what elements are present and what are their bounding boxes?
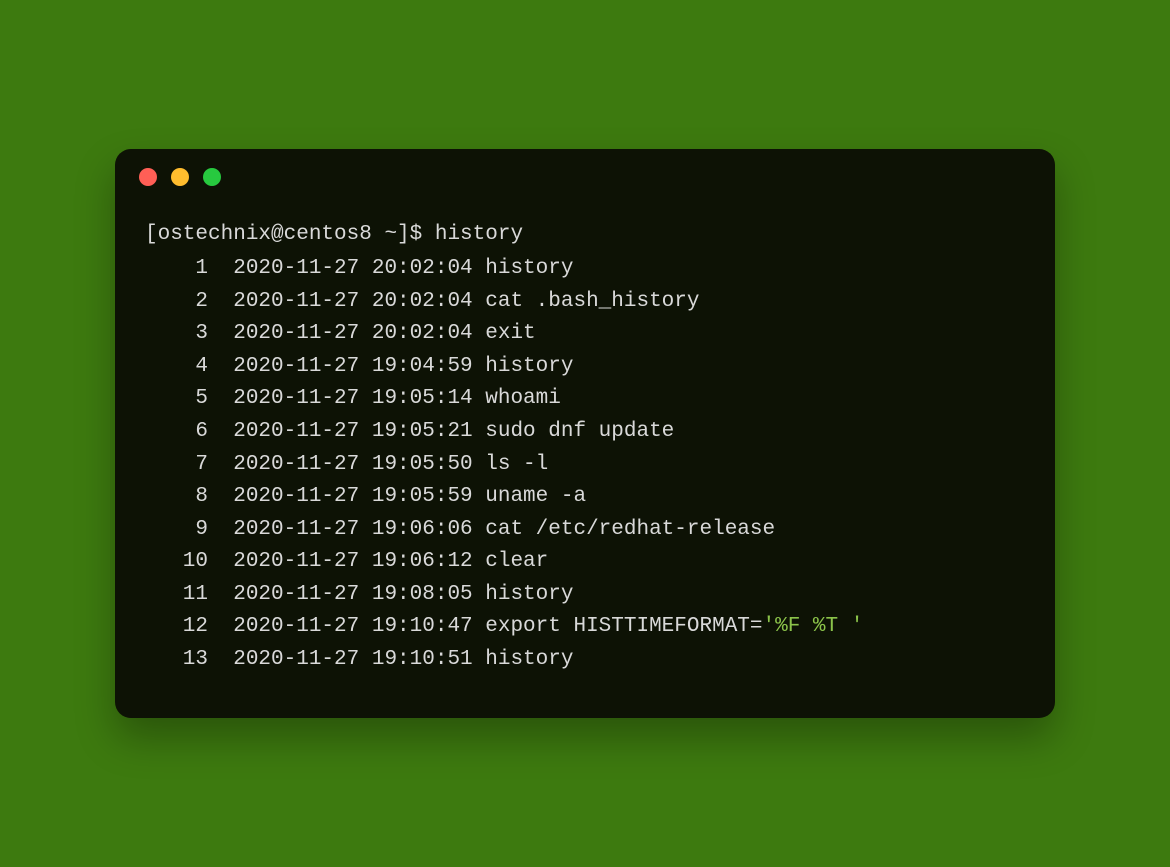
terminal-output[interactable]: [ostechnix@centos8 ~]$ history 1 2020-11… [115,205,1055,719]
close-icon[interactable] [139,168,157,186]
minimize-icon[interactable] [171,168,189,186]
string-literal: '%F %T ' [763,615,864,638]
history-entry: 6 2020-11-27 19:05:21 sudo dnf update [145,416,1025,449]
history-entry: 10 2020-11-27 19:06:12 clear [145,546,1025,579]
history-entry: 12 2020-11-27 19:10:47 export HISTTIMEFO… [145,611,1025,644]
history-entry: 5 2020-11-27 19:05:14 whoami [145,383,1025,416]
terminal-window: [ostechnix@centos8 ~]$ history 1 2020-11… [115,149,1055,719]
history-entry: 4 2020-11-27 19:04:59 history [145,351,1025,384]
history-entry: 7 2020-11-27 19:05:50 ls -l [145,449,1025,482]
history-entry: 13 2020-11-27 19:10:51 history [145,644,1025,677]
history-entry: 1 2020-11-27 20:02:04 history [145,253,1025,286]
history-entry: 3 2020-11-27 20:02:04 exit [145,318,1025,351]
history-entry: 11 2020-11-27 19:08:05 history [145,579,1025,612]
history-entry: 8 2020-11-27 19:05:59 uname -a [145,481,1025,514]
history-entry: 9 2020-11-27 19:06:06 cat /etc/redhat-re… [145,514,1025,547]
window-titlebar [115,149,1055,205]
history-entry: 2 2020-11-27 20:02:04 cat .bash_history [145,286,1025,319]
prompt-line: [ostechnix@centos8 ~]$ history [145,219,1025,252]
maximize-icon[interactable] [203,168,221,186]
